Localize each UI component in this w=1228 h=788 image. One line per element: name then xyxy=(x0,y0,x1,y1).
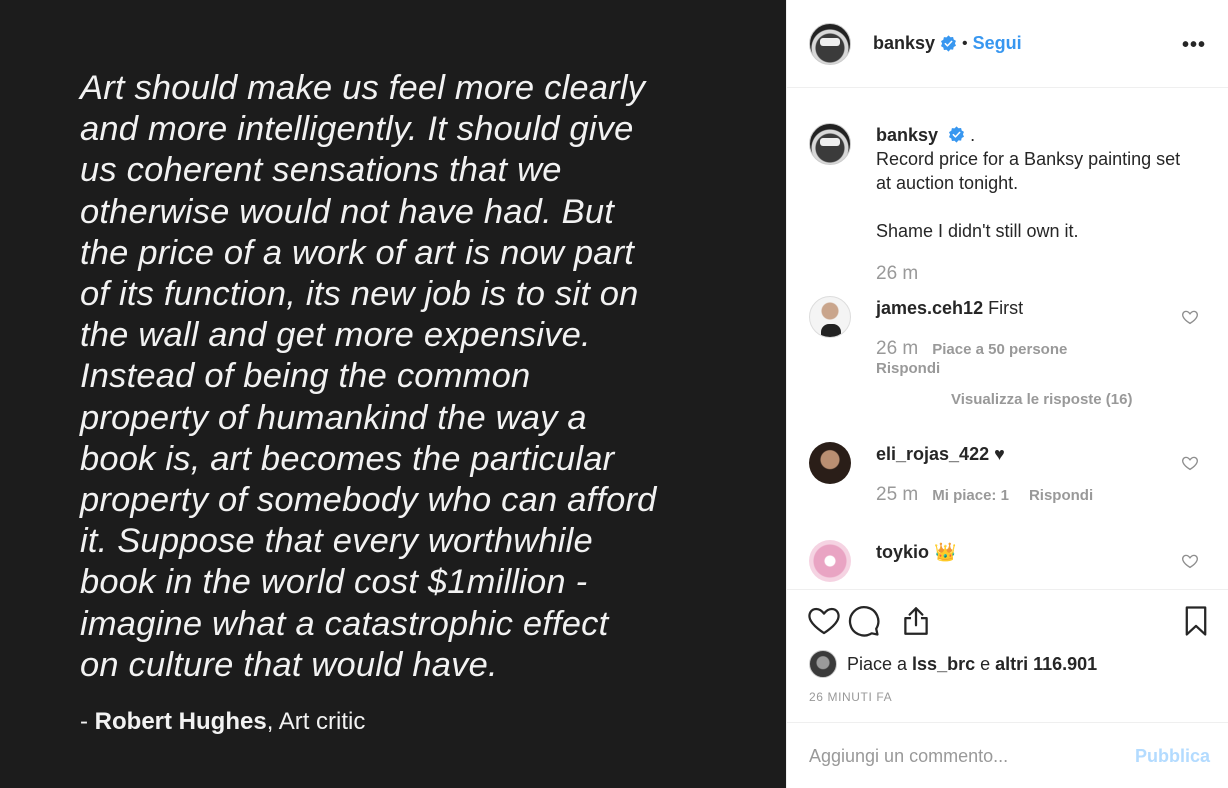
view-replies-button[interactable]: Visualizza le risposte (16) xyxy=(951,391,1132,408)
quote-line: otherwise would not have had. But xyxy=(80,192,615,231)
quote-line: it. Suppose that every worthwhile xyxy=(80,522,593,561)
comment-input[interactable] xyxy=(809,745,1135,767)
comment-body: eli_rojas_422 ♥ xyxy=(876,442,1196,466)
post-timestamp[interactable]: 26 MINUTI FA xyxy=(809,690,892,704)
caption-time[interactable]: 26 m xyxy=(876,263,918,284)
quote-line: property of somebody who can afford xyxy=(80,481,657,520)
quote-line: us coherent sensations that we xyxy=(80,151,562,190)
quote-line: of its function, its new job is to sit o… xyxy=(80,275,639,314)
caption-text: Record price for a Banksy painting set a… xyxy=(876,149,1181,193)
post-image[interactable]: Art should make us feel more clearly and… xyxy=(0,0,786,788)
author-avatar[interactable] xyxy=(809,22,851,65)
add-comment-bar: Pubblica xyxy=(787,724,1228,788)
liked-by-mid: e xyxy=(975,653,996,674)
comment-text: First xyxy=(988,298,1024,318)
comment-meta-reply: Rispondi xyxy=(876,360,960,377)
attribution-prefix: - xyxy=(80,708,95,735)
header-separator: • xyxy=(962,34,968,52)
heart-icon[interactable] xyxy=(1181,454,1199,472)
quote-line: the price of a work of art is now part xyxy=(80,233,635,272)
more-options-icon[interactable]: ••• xyxy=(1182,34,1206,57)
liked-by-prefix: Piace a xyxy=(847,653,913,674)
follow-button[interactable]: Segui xyxy=(973,33,1022,54)
heart-icon[interactable] xyxy=(807,604,841,638)
comment-username[interactable]: eli_rojas_422 xyxy=(876,444,989,464)
liked-by: Piace a lss_brc e altri 116.901 xyxy=(809,650,1097,678)
caption-avatar[interactable] xyxy=(809,123,851,165)
action-bar: Piace a lss_brc e altri 116.901 26 MINUT… xyxy=(787,589,1228,723)
caption-meta: 26 m xyxy=(876,263,932,285)
caption-text: Shame I didn't still own it. xyxy=(876,221,1079,241)
quote-text: Art should make us feel more clearly and… xyxy=(80,68,720,686)
caption-username[interactable]: banksy xyxy=(876,125,938,145)
verified-badge-icon xyxy=(949,126,965,143)
comment-meta: 26 m Piace a 50 persone xyxy=(876,338,1087,360)
comment-body: toykio 👑 xyxy=(876,540,1196,564)
quote-line: the wall and get more expensive. xyxy=(80,316,591,355)
heart-icon[interactable] xyxy=(1181,552,1199,570)
caption-text: . xyxy=(970,125,976,145)
quote-line: Art should make us feel more clearly xyxy=(80,69,646,107)
author-username[interactable]: banksy xyxy=(873,33,935,54)
verified-badge-icon xyxy=(941,35,957,52)
comment-username[interactable]: toykio xyxy=(876,542,929,562)
commenter-avatar[interactable] xyxy=(809,296,851,338)
comment-time[interactable]: 26 m xyxy=(876,338,918,359)
liker-avatar[interactable] xyxy=(809,650,837,678)
liked-by-others[interactable]: altri 116.901 xyxy=(995,654,1097,675)
comment-likes[interactable]: Mi piace: 1 xyxy=(932,487,1009,504)
quote-line: book in the world cost $1million - xyxy=(80,563,588,602)
share-icon[interactable] xyxy=(899,604,933,638)
instagram-post: Art should make us feel more clearly and… xyxy=(0,0,1228,788)
comment-icon[interactable] xyxy=(847,604,881,638)
quote-line: imagine what a catastrophic effect xyxy=(80,604,609,643)
quote-line: Instead of being the common xyxy=(80,357,531,396)
post-sidebar: banksy • Segui ••• banksy . Record price… xyxy=(786,0,1228,788)
publish-button[interactable]: Pubblica xyxy=(1135,746,1210,767)
commenter-avatar[interactable] xyxy=(809,540,851,582)
comment-likes[interactable]: Piace a 50 persone xyxy=(932,341,1067,358)
bookmark-icon[interactable] xyxy=(1179,604,1213,638)
liked-by-user[interactable]: lss_brc xyxy=(912,654,975,675)
caption-body: banksy . Record price for a Banksy paint… xyxy=(876,123,1196,243)
attribution-name: Robert Hughes xyxy=(94,708,267,735)
comment-text: 👑 xyxy=(934,542,957,562)
quote-line: and more intelligently. It should give xyxy=(80,110,634,149)
comment-time[interactable]: 25 m xyxy=(876,484,918,505)
quote-line: book is, art becomes the particular xyxy=(80,439,615,478)
heart-icon[interactable] xyxy=(1181,308,1199,326)
commenter-avatar[interactable] xyxy=(809,442,851,484)
quote-line: on culture that would have. xyxy=(80,645,498,684)
comment-body: james.ceh12 First xyxy=(876,296,1196,320)
comment-text: ♥ xyxy=(994,444,1005,464)
reply-button[interactable]: Rispondi xyxy=(876,360,940,377)
quote-line: property of humankind the way a xyxy=(80,398,587,437)
attribution-role: , Art critic xyxy=(266,708,366,735)
comment-username[interactable]: james.ceh12 xyxy=(876,298,983,318)
comments-list[interactable]: banksy . Record price for a Banksy paint… xyxy=(787,89,1228,589)
quote-attribution: - Robert Hughes, Art critic xyxy=(80,708,365,736)
comment-meta: 25 m Mi piace: 1 Rispondi xyxy=(876,484,1113,506)
reply-button[interactable]: Rispondi xyxy=(1029,487,1093,504)
post-header: banksy • Segui ••• xyxy=(787,0,1228,88)
